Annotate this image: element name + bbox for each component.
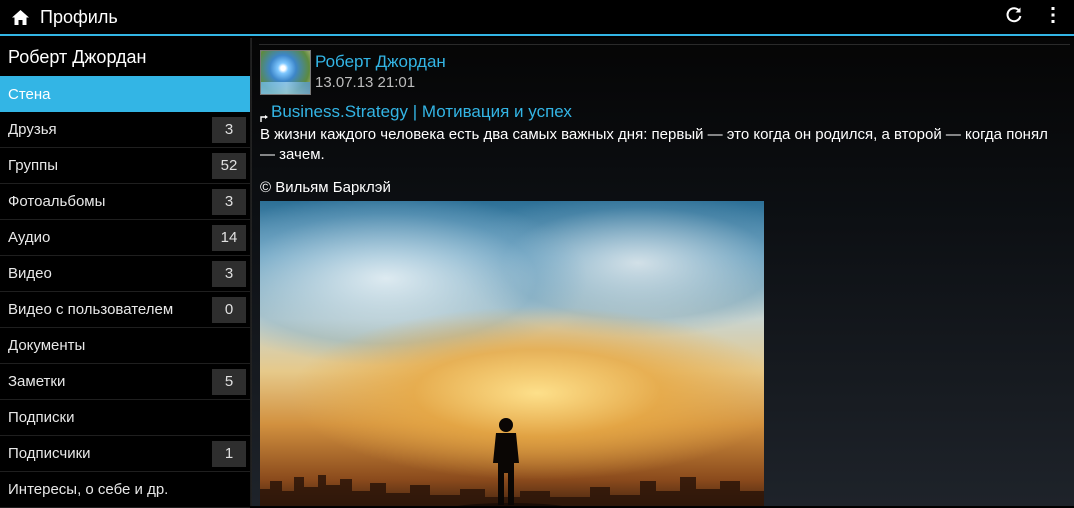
sidebar-item-subscriptions[interactable]: Подписки [0,400,250,436]
sidebar-item-groups[interactable]: Группы 52 [0,148,250,184]
sidebar: Роберт Джордан Стена Друзья 3 Группы 52 … [0,38,251,508]
post-author-link[interactable]: Роберт Джордан [315,51,446,73]
sidebar-item-video-with-user[interactable]: Видео с пользователем 0 [0,292,250,328]
overflow-menu-icon [1051,6,1055,28]
home-button[interactable] [0,0,30,35]
post-text: В жизни каждого человека есть два самых … [260,126,1048,163]
sidebar-item-label: Стена [8,85,51,103]
sidebar-item-label: Друзья [8,121,57,138]
sidebar-item-label: Документы [8,337,86,354]
count-badge: 1 [212,440,246,467]
sidebar-item-friends[interactable]: Друзья 3 [0,112,250,148]
wall-feed[interactable]: Роберт Джордан 13.07.13 21:01 Business.S… [252,38,1074,506]
divider [259,44,1070,45]
post-header: Роберт Джордан 13.07.13 21:01 [260,50,446,95]
refresh-icon [1005,6,1023,29]
count-badge: 3 [212,260,246,287]
sidebar-item-label: Видео с пользователем [8,301,174,318]
child-silhouette [493,418,519,505]
sidebar-item-audio[interactable]: Аудио 14 [0,220,250,256]
sidebar-item-photo-albums[interactable]: Фотоальбомы 3 [0,184,250,220]
sidebar-item-video[interactable]: Видео 3 [0,256,250,292]
sidebar-item-interests[interactable]: Интересы, о себе и др. [0,472,250,508]
sidebar-item-label: Подписки [8,409,75,426]
count-badge: 3 [212,188,246,215]
sidebar-item-subscribers[interactable]: Подписчики 1 [0,436,250,472]
count-badge: 3 [212,116,246,143]
overflow-menu-button[interactable] [1038,0,1068,35]
repost-source-row: Business.Strategy | Мотивация и успех [260,102,572,122]
sidebar-item-label: Заметки [8,373,66,390]
sidebar-item-label: Видео [8,265,52,282]
sidebar-item-label: Аудио [8,229,51,246]
sidebar-item-notes[interactable]: Заметки 5 [0,364,250,400]
sidebar-profile-name: Роберт Джордан [8,46,147,67]
count-badge: 14 [212,224,246,251]
avatar[interactable] [260,50,311,95]
sidebar-item-label: Интересы, о себе и др. [8,481,169,498]
sidebar-item-wall[interactable]: Стена [0,76,250,112]
repost-source-link[interactable]: Business.Strategy | Мотивация и успех [271,102,572,122]
sidebar-item-documents[interactable]: Документы [0,328,250,364]
count-badge: 5 [212,368,246,395]
count-badge: 0 [212,296,246,323]
post-date: 13.07.13 21:01 [315,74,416,91]
repost-icon [260,110,269,122]
page-title: Профиль [40,6,118,27]
post-photo[interactable] [260,201,764,506]
count-badge: 52 [212,152,246,179]
sidebar-item-label: Подписчики [8,445,91,462]
home-icon [11,9,30,26]
action-bar: Профиль [0,0,1074,36]
sidebar-item-label: Группы [8,157,58,174]
refresh-button[interactable] [994,0,1034,35]
post-quote: © Вильям Барклэй [260,179,391,196]
sidebar-item-label: Фотоальбомы [8,193,106,210]
